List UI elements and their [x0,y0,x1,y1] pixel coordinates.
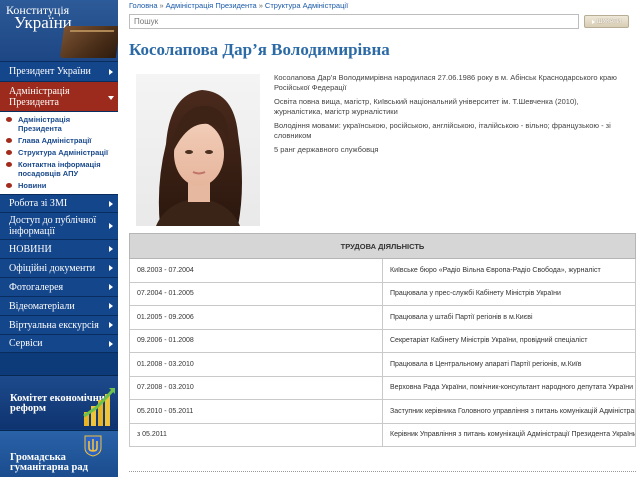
nav-item-label: Робота зі ЗМІ [9,198,68,209]
arrow-right-icon [109,200,113,207]
career-period: 07.2008 - 03.2010 [129,375,383,400]
arrow-right-icon [109,340,113,347]
arrow-right-icon [109,68,113,75]
nav-item-public-info[interactable]: Доступ до публічної інформації [0,213,118,240]
search-button-label: Шукати [596,18,622,25]
nav-item-virtual-tour[interactable]: Віртуальна екскурсія [0,316,118,335]
subnav-item-news[interactable]: Новини [0,180,118,192]
career-description: Київське бюро «Радіо Вільна Європа-Радіо… [382,258,636,283]
sidebar: Конституція України Президент України Ад… [0,0,118,477]
career-table-header: Трудова діяльність [129,233,636,259]
nav-item-label: Фотогалерея [9,281,64,293]
career-description: Працювала в Центральному апараті Партії … [382,352,636,377]
career-period: 07.2004 - 01.2005 [129,281,383,306]
career-description: Заступник керівника Головного управління… [382,399,636,424]
subnav-item-label: Адміністрація Президента [18,115,71,133]
arrow-right-icon [109,303,113,309]
breadcrumb-link-home[interactable]: Головна [129,1,158,10]
nav-item-services[interactable]: Сервіси [0,335,118,353]
career-description: Верховна Рада України, помічник-консульт… [382,375,636,400]
arrow-right-icon [109,322,113,328]
bio-languages: Володіння мовами: українською, російсько… [274,121,611,140]
career-description: Керівник Управління з питань комунікацій… [382,422,636,447]
bio-civil-service-rank: 5 ранг державного службовця [274,145,379,154]
arrow-right-icon [109,265,113,271]
nav-item-label: Сервіси [9,338,43,349]
subnav-item-head[interactable]: Глава Адміністрації [0,135,118,147]
table-row: 01.2005 - 09.2006 Працювала у штабі Парт… [129,305,636,330]
career-period: 01.2008 - 03.2010 [129,352,383,377]
bullet-icon [6,183,12,188]
bullet-icon [6,162,12,167]
bio-education: Освіта повна вища, магістр, Київський на… [274,97,579,116]
arrow-right-icon [109,284,113,290]
arrow-right-icon [109,223,113,229]
subnav-item-label: Контактна інформація посадовців АПУ [18,160,101,178]
bio-birth: Косолапова Дар’я Володимирівна народилас… [274,73,617,92]
subnav-item-label: Структура Адміністрації [18,148,109,157]
nav-item-label: НОВИНИ [9,243,52,255]
arrow-right-icon [591,19,595,24]
search-input[interactable] [129,14,579,29]
table-row: 05.2010 - 05.2011 Заступник керівника Го… [129,399,636,424]
nav-item-administration[interactable]: Адміністрація Президента [0,82,118,112]
subnav-item-structure[interactable]: Структура Адміністрації [0,147,118,159]
book-spine-icon [69,30,115,32]
subnav: Адміністрація Президента Глава Адміністр… [0,112,118,195]
breadcrumb-separator: » [159,1,164,10]
nav-item-label: Президент України [9,66,91,77]
career-description: Працювала у прес-службі Кабінету Міністр… [382,281,636,306]
bullet-icon [6,138,12,143]
main-nav: Президент України Адміністрація Президен… [0,62,118,353]
growth-chart-icon [83,387,116,426]
table-row: з 05.2011 Керівник Управління з питань к… [129,422,636,447]
portrait-photo [136,74,260,226]
career-period: 09.2006 - 01.2008 [129,328,383,353]
career-description: Працювала у штабі Партії регіонів в м.Ки… [382,305,636,330]
bullet-icon [6,117,12,122]
nav-item-media[interactable]: Робота зі ЗМІ [0,195,118,213]
career-description: Секретаріат Кабінету Міністрів України, … [382,328,636,353]
nav-item-president[interactable]: Президент України [0,62,118,82]
nav-item-label: Доступ до публічної інформації [9,215,97,237]
biography: Косолапова Дар’я Володимирівна народилас… [274,73,629,160]
career-period: 05.2010 - 05.2011 [129,399,383,424]
nav-item-label: Офіційні документи [9,262,96,274]
subnav-item-label: Глава Адміністрації [18,136,92,145]
breadcrumb-separator: » [258,1,263,10]
breadcrumb-link-structure[interactable]: Структура Адміністрації [265,1,348,10]
banner-humanitarian-council[interactable]: Громадська гуманітарна рад [0,430,118,477]
table-row: 08.2003 - 07.2004 Київське бюро «Радіо В… [129,258,636,283]
nav-item-video[interactable]: Відеоматеріали [0,297,118,316]
career-period: з 05.2011 [129,422,383,447]
table-row: 07.2004 - 01.2005 Працювала у прес-служб… [129,281,636,306]
table-row: 07.2008 - 03.2010 Верховна Рада України,… [129,375,636,400]
portrait-image [156,90,242,226]
subnav-item-contacts[interactable]: Контактна інформація посадовців АПУ [0,159,118,180]
breadcrumb: Головна» Адміністрація Президента» Структу… [129,1,348,10]
arrow-right-icon [109,246,113,252]
search-button[interactable]: Шукати [584,15,629,28]
nav-item-photos[interactable]: Фотогалерея [0,278,118,297]
career-table: Трудова діяльність 08.2003 - 07.2004 Киї… [129,233,636,447]
bullet-icon [6,150,12,155]
table-row: 01.2008 - 03.2010 Працювала в Центрально… [129,352,636,377]
subnav-item-label: Новини [18,181,47,190]
subnav-item-administration[interactable]: Адміністрація Президента [0,114,118,135]
page-title: Косолапова Дар’я Володимирівна [129,40,390,59]
arrow-down-icon [108,95,114,100]
constitution-logo[interactable]: Конституція України [0,0,118,62]
nav-item-news[interactable]: НОВИНИ [0,240,118,259]
divider [129,471,636,472]
nav-item-label: Адміністрація Президента [9,85,70,108]
trident-icon [84,435,102,457]
breadcrumb-link-administration[interactable]: Адміністрація Президента [166,1,257,10]
nav-item-label: Відеоматеріали [9,300,75,312]
nav-item-documents[interactable]: Офіційні документи [0,259,118,278]
banner-economic-reforms[interactable]: Комітет економічних реформ [0,375,118,429]
career-period: 01.2005 - 09.2006 [129,305,383,330]
nav-item-label: Віртуальна екскурсія [9,319,99,331]
table-row: 09.2006 - 01.2008 Секретаріат Кабінету М… [129,328,636,353]
career-period: 08.2003 - 07.2004 [129,258,383,283]
